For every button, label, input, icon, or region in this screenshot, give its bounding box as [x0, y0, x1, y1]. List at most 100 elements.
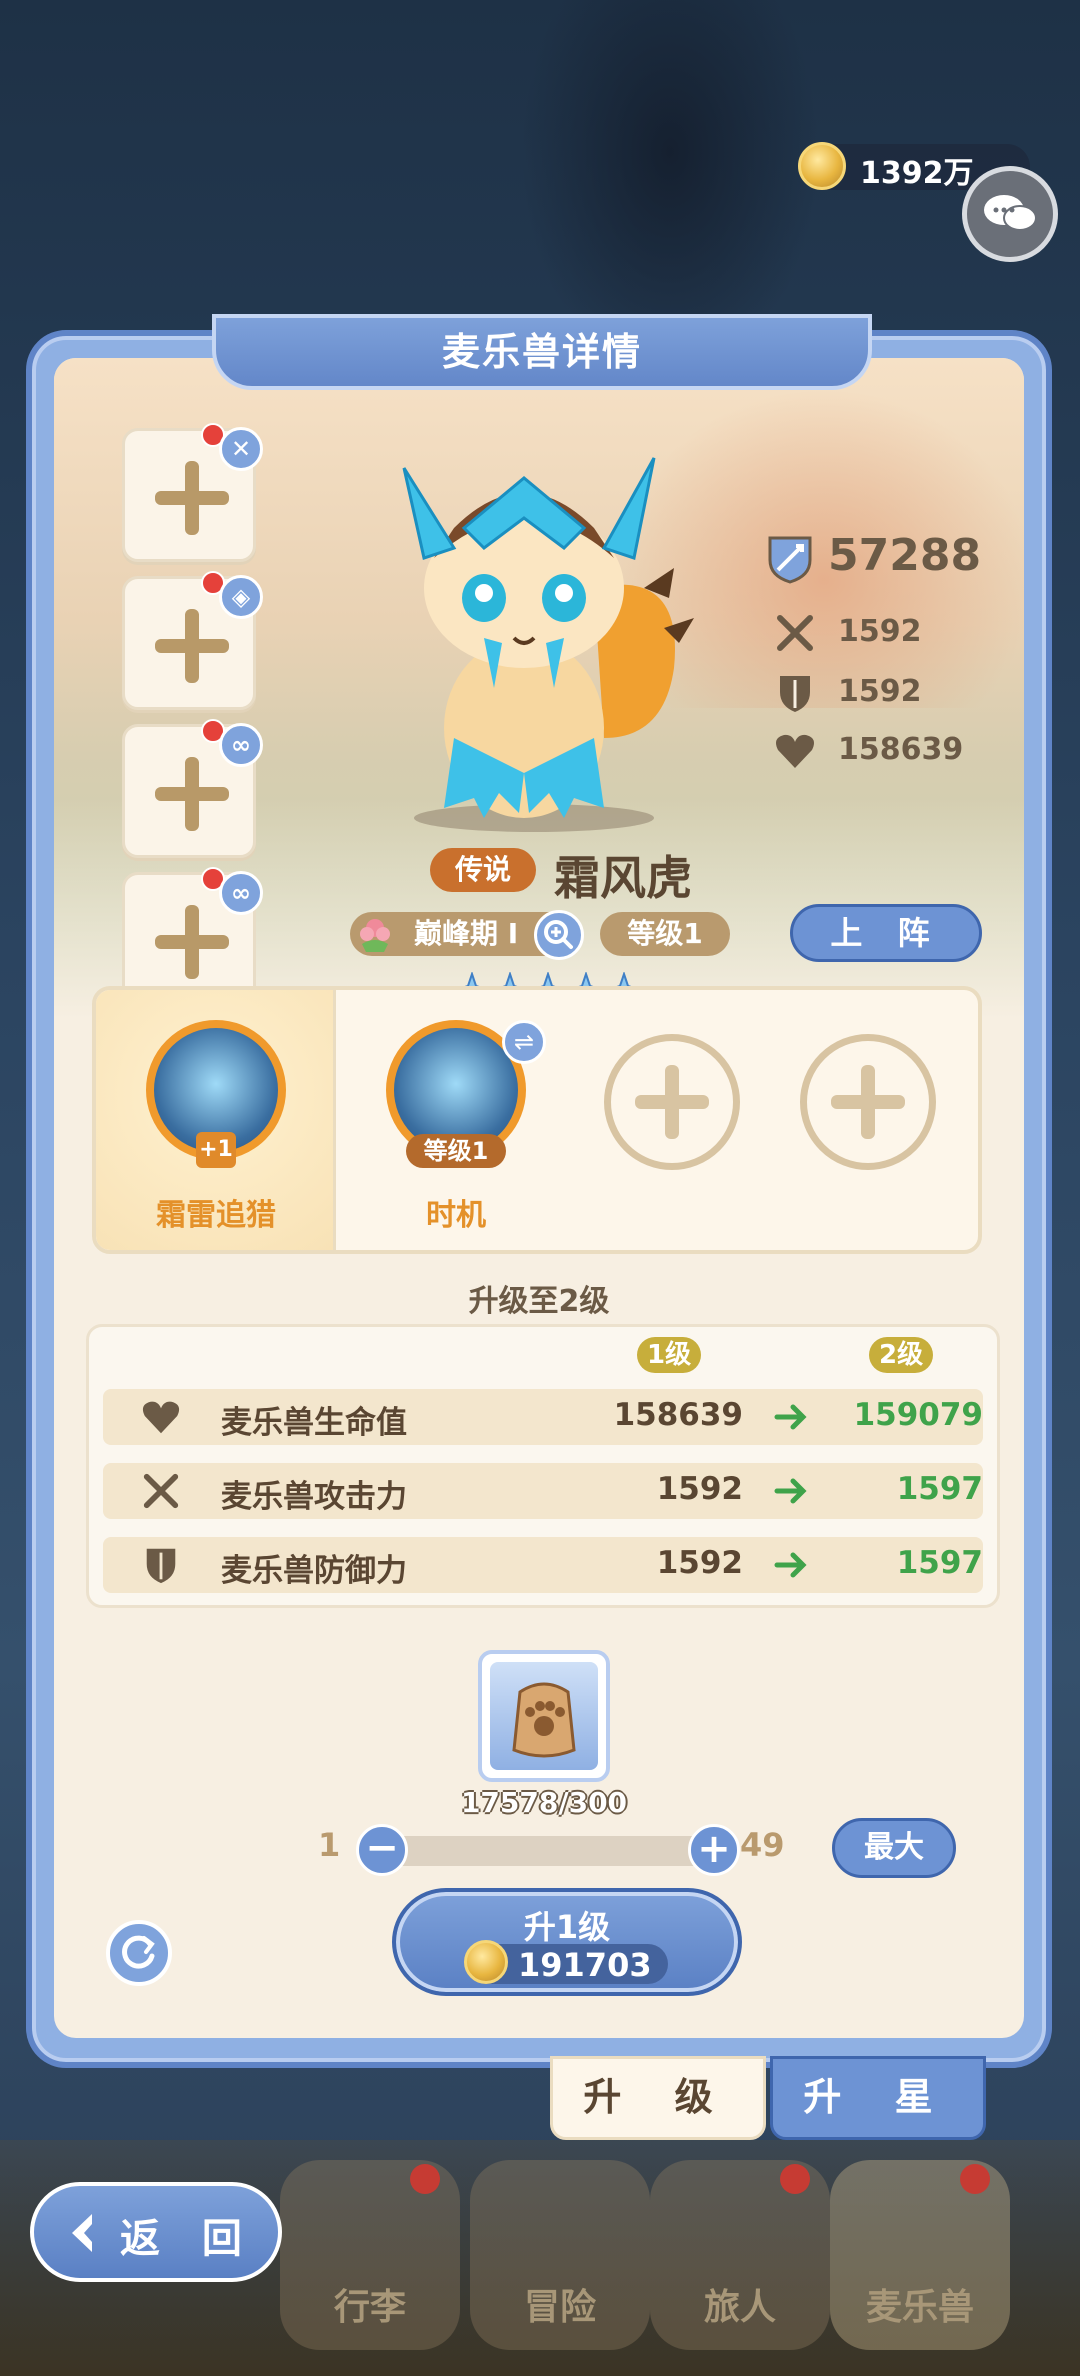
attack-stat: 1592	[774, 610, 994, 654]
nav-label: 行李	[333, 2287, 406, 2328]
stat-next: 1597	[896, 1545, 983, 1581]
coin-value: 1392万	[860, 156, 974, 191]
cost-value: 191703	[518, 1946, 652, 1984]
equip-slot-3[interactable]: ∞	[122, 719, 263, 858]
stat-row-attack: 麦乐兽攻击力 1592 1597	[103, 1463, 983, 1519]
magnifier-icon	[544, 920, 573, 949]
back-button[interactable]: 返 回	[30, 2182, 282, 2282]
slider-min: 1	[318, 1826, 341, 1864]
material-count: 17578/300	[460, 1786, 628, 1819]
dialog-title: 麦乐兽详情	[441, 330, 642, 374]
plus-icon	[155, 461, 229, 535]
dialog-title-bar: 麦乐兽详情	[212, 314, 872, 390]
hp-stat: 158639	[774, 728, 994, 772]
stat-current: 1592	[656, 1471, 743, 1507]
plus-icon	[155, 757, 229, 831]
skill-name-1: 霜雷追猎	[156, 1198, 276, 1233]
back-arrow-icon	[72, 2214, 92, 2252]
plus-icon	[635, 1065, 709, 1139]
upgrade-button-label: 升1级	[523, 1908, 611, 1946]
heart-icon	[142, 1401, 180, 1434]
upgrade-button[interactable]: 升1级 191703	[392, 1888, 742, 1996]
arrow-right-icon	[774, 1404, 807, 1430]
skill-slot-1-selected[interactable]: +1 霜雷追猎	[96, 990, 336, 1250]
plus-icon	[155, 609, 229, 683]
arrow-right-icon	[774, 1552, 807, 1578]
slider-max: 49	[740, 1826, 785, 1864]
back-label: 返 回	[120, 2216, 256, 2262]
dialog-body: ✕ ◈ ∞ ∞ 57288 1592 1592 158639 传说 霜风虎 巅峰…	[54, 358, 1024, 2038]
arrow-right-icon	[774, 1478, 807, 1504]
link-badge-icon: ∞	[219, 723, 263, 767]
empty-skill-slot-3[interactable]	[604, 1034, 740, 1170]
quantity-slider[interactable]	[366, 1836, 716, 1866]
plus-button[interactable]: +	[688, 1824, 740, 1876]
chat-button[interactable]	[962, 166, 1058, 262]
nav-label: 冒险	[523, 2287, 596, 2328]
nav-item-luggage[interactable]: 行李	[280, 2160, 460, 2350]
shield-badge-icon: ◈	[219, 575, 263, 619]
stat-current: 158639	[613, 1397, 743, 1433]
nav-item-traveler[interactable]: 旅人	[650, 2160, 830, 2350]
stat-next: 159079	[853, 1397, 983, 1433]
tab-upgrade[interactable]: 升 级	[550, 2056, 766, 2140]
upgrade-stat-table: 1级 2级 麦乐兽生命值 158639 159079 麦乐兽攻击力 1592 1…	[86, 1324, 1000, 1608]
flower-icon	[360, 919, 390, 952]
crossed-swords-badge-icon: ✕	[219, 427, 263, 471]
swap-icon[interactable]: ⇌	[502, 1020, 546, 1064]
plus-icon	[831, 1065, 905, 1139]
skill-bonus-badge: +1	[196, 1132, 236, 1168]
nav-item-adventure[interactable]: 冒险	[470, 2160, 650, 2350]
stat-current: 1592	[656, 1545, 743, 1581]
swords-icon	[143, 1473, 179, 1509]
chat-bubbles-icon	[984, 195, 1037, 231]
notification-dot	[410, 2164, 440, 2194]
nav-label: 麦乐兽	[865, 2287, 974, 2328]
tab-star-up[interactable]: 升 星	[770, 2056, 986, 2140]
stat-label: 麦乐兽防御力	[221, 1553, 407, 1589]
notification-dot	[960, 2164, 990, 2194]
swords-icon	[777, 615, 813, 651]
skill-slot-2[interactable]: ⇌ 等级1 时机	[336, 990, 576, 1250]
rarity-badge: 传说	[430, 848, 536, 892]
power-value: 57288	[828, 530, 982, 581]
reset-button[interactable]	[106, 1920, 172, 1986]
equip-slot-2[interactable]: ◈	[122, 571, 263, 710]
nav-item-pets[interactable]: 麦乐兽	[830, 2160, 1010, 2350]
current-level-badge: 1级	[637, 1337, 702, 1373]
refresh-icon	[122, 1935, 155, 1969]
upgrade-cost: 191703	[464, 1940, 668, 1984]
attack-value: 1592	[838, 614, 922, 649]
power-shield-icon	[768, 536, 812, 584]
coin-icon	[464, 1940, 508, 1984]
food-bag-icon	[490, 1662, 598, 1770]
level-pill: 等级1	[600, 912, 730, 956]
skill-name-2: 时机	[426, 1198, 486, 1233]
minus-button[interactable]: −	[356, 1824, 408, 1876]
stat-row-hp: 麦乐兽生命值 158639 159079	[103, 1389, 983, 1445]
stat-next: 1597	[896, 1471, 983, 1507]
pet-creature-image	[402, 457, 694, 832]
max-button[interactable]: 最大	[832, 1818, 956, 1878]
defense-value: 1592	[838, 674, 922, 709]
hp-value: 158639	[838, 732, 964, 767]
shield-icon	[780, 676, 810, 712]
combat-power: 57288	[764, 528, 1004, 588]
shield-icon	[146, 1548, 176, 1584]
pet-name: 霜风虎	[554, 851, 692, 905]
stat-row-defense: 麦乐兽防御力 1592 1597	[103, 1537, 983, 1593]
stage-info-button[interactable]	[534, 910, 584, 960]
stat-label: 麦乐兽攻击力	[221, 1479, 407, 1515]
skill-panel: +1 霜雷追猎 ⇌ 等级1 时机	[92, 986, 982, 1254]
empty-skill-slot-4[interactable]	[800, 1034, 936, 1170]
upgrade-title: 升级至2级	[468, 1284, 610, 1319]
plus-icon	[155, 905, 229, 979]
heart-icon	[776, 734, 814, 768]
notification-dot	[780, 2164, 810, 2194]
pet-detail-dialog: ✕ ◈ ∞ ∞ 57288 1592 1592 158639 传说 霜风虎 巅峰…	[26, 314, 1052, 2068]
deploy-button[interactable]: 上 阵	[790, 904, 982, 962]
material-item[interactable]	[478, 1650, 610, 1782]
nav-label: 旅人	[703, 2287, 776, 2328]
equip-slot-1[interactable]: ✕	[122, 423, 263, 562]
defense-stat: 1592	[774, 670, 994, 714]
